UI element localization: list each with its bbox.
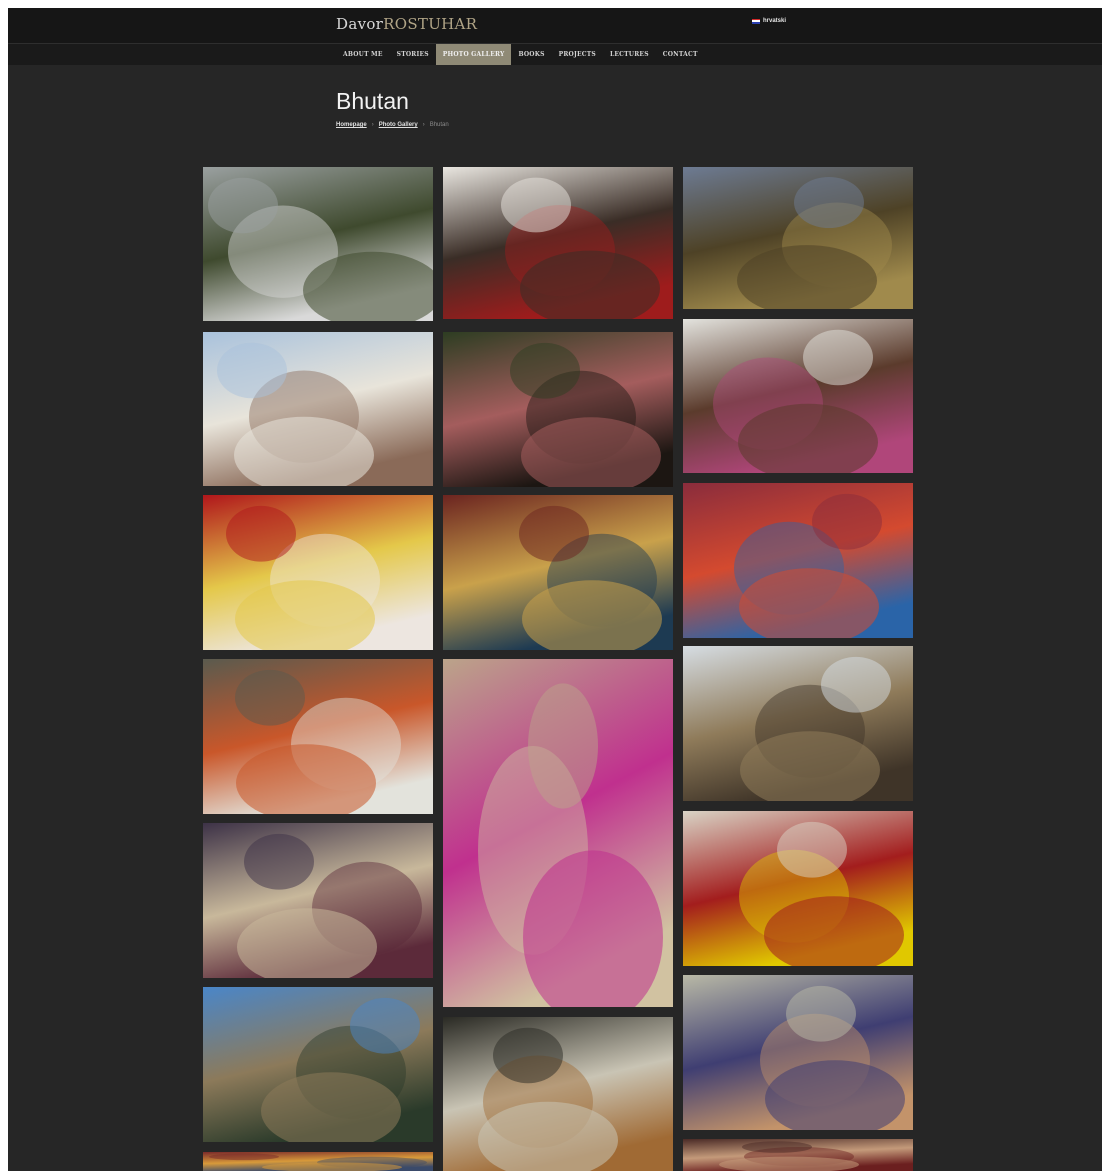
breadcrumb-current: Bhutan — [429, 122, 449, 128]
photo-image — [443, 167, 673, 319]
photo-image — [683, 1139, 913, 1171]
breadcrumb-home-link[interactable]: Homepage — [336, 122, 367, 128]
gallery-photo-students-classroom[interactable] — [203, 823, 433, 978]
page-background: DavorROSTUHAR hrvatski About me Stories … — [8, 8, 1102, 1171]
gallery-photo-golden-crown-dancer[interactable] — [443, 495, 673, 650]
photo-image — [683, 811, 913, 966]
gallery-photo-monastery-on-cliff[interactable] — [203, 167, 433, 321]
main-navigation: About me Stories Photo gallery Books Pro… — [336, 44, 705, 65]
photo-image — [203, 332, 433, 486]
gallery-photo-painted-facade[interactable] — [443, 1017, 673, 1171]
gallery-photo-children-portraits[interactable] — [683, 1139, 913, 1171]
nav-projects[interactable]: Projects — [552, 44, 603, 65]
gallery-photo-archers-mountains[interactable] — [203, 987, 433, 1142]
photo-image — [203, 823, 433, 978]
gallery-photo-monk-in-doorway[interactable] — [443, 167, 673, 319]
gallery-photo-smiling-woman[interactable] — [443, 659, 673, 1007]
photo-image — [203, 167, 433, 321]
photo-image — [683, 319, 913, 473]
page-title: Bhutan — [336, 88, 409, 114]
photo-image — [203, 659, 433, 814]
logo-first-name: Davor — [336, 15, 384, 33]
logo-last-name: ROSTUHAR — [383, 15, 478, 33]
nav-books[interactable]: Books — [511, 44, 551, 65]
nav-contact[interactable]: Contact — [656, 44, 705, 65]
photo-image — [443, 1017, 673, 1171]
photo-image — [203, 495, 433, 650]
photo-image — [683, 646, 913, 801]
photo-image — [683, 975, 913, 1130]
breadcrumb: Homepage › Photo Gallery › Bhutan — [336, 122, 449, 128]
gallery-photo-archer-drawing-bow[interactable] — [683, 975, 913, 1130]
gallery-photo-novice-monk-reading[interactable] — [683, 811, 913, 966]
photo-image — [683, 483, 913, 638]
top-bar: DavorROSTUHAR hrvatski — [8, 8, 1102, 44]
nav-about-me[interactable]: About me — [336, 44, 390, 65]
breadcrumb-separator: › — [422, 122, 425, 128]
gallery-photo-bottom-left-partial[interactable] — [203, 1152, 433, 1171]
photo-image — [683, 167, 913, 309]
croatian-flag-icon — [752, 18, 760, 24]
gallery-photo-spinning-dancer[interactable] — [683, 483, 913, 638]
breadcrumb-gallery-link[interactable]: Photo Gallery — [379, 122, 418, 128]
main-navigation-bar: About me Stories Photo gallery Books Pro… — [8, 44, 1102, 65]
photo-image — [203, 987, 433, 1142]
photo-image — [203, 1152, 433, 1171]
gallery-photo-women-at-house[interactable] — [683, 319, 913, 473]
breadcrumb-separator: › — [371, 122, 374, 128]
photo-image — [443, 659, 673, 1007]
language-switcher[interactable]: hrvatski — [752, 18, 786, 24]
nav-stories[interactable]: Stories — [390, 44, 436, 65]
gallery-photo-yak-herder-plain[interactable] — [683, 646, 913, 801]
nav-photo-gallery[interactable]: Photo gallery — [435, 44, 512, 65]
gallery-photo-masked-dancers[interactable] — [203, 495, 433, 650]
gallery-photo-dzong-festival-crowd[interactable] — [203, 332, 433, 486]
gallery-photo-kitchen-fire[interactable] — [203, 659, 433, 814]
site-logo[interactable]: DavorROSTUHAR — [336, 15, 477, 33]
gallery-photo-silhouettes-festival[interactable] — [443, 332, 673, 487]
photo-image — [443, 332, 673, 487]
nav-lectures[interactable]: Lectures — [603, 44, 656, 65]
photo-image — [443, 495, 673, 650]
gallery-photo-mountain-valley[interactable] — [683, 167, 913, 309]
language-label: hrvatski — [763, 18, 787, 24]
